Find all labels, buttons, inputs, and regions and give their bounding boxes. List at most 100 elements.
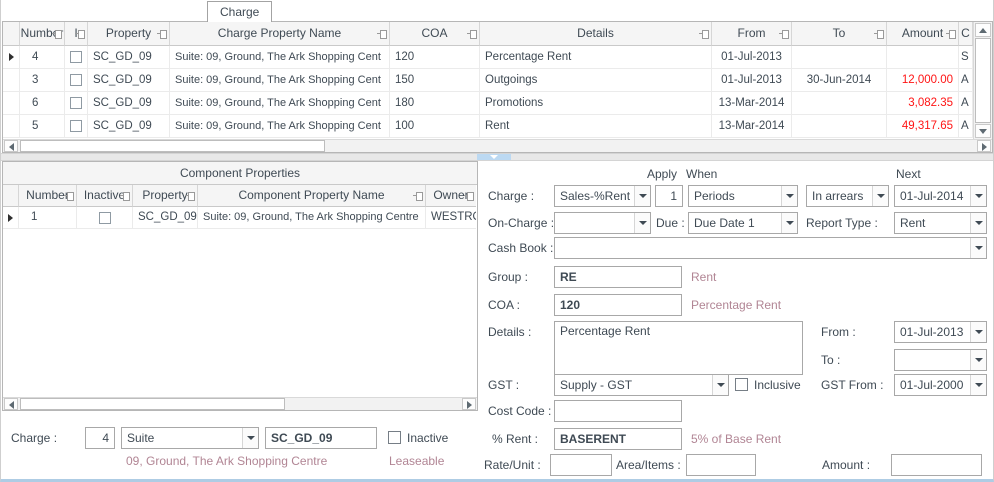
inactive-checkbox[interactable] xyxy=(70,51,82,63)
scroll-down-button[interactable] xyxy=(975,124,991,138)
chevron-down-icon[interactable] xyxy=(970,186,986,206)
chevron-down-icon[interactable] xyxy=(634,186,650,206)
col-header-details[interactable]: Details xyxy=(480,22,712,46)
col-header-inactive[interactable]: Inactive xyxy=(77,185,133,207)
tab-charge[interactable]: Charge xyxy=(207,1,273,22)
inactive-checkbox[interactable] xyxy=(70,74,82,86)
col-header-from[interactable]: From xyxy=(712,22,792,46)
inactive-checkbox[interactable] xyxy=(70,120,82,132)
chevron-down-icon[interactable] xyxy=(872,186,888,206)
charge-type-value: Sales-%Rent xyxy=(560,189,631,203)
arrow-right-icon xyxy=(466,401,472,409)
component-horizontal-scrollbar[interactable] xyxy=(3,397,477,410)
component-row[interactable]: 1 SC_GD_09 Suite: 09, Ground, The Ark Sh… xyxy=(3,207,477,229)
chevron-down-icon[interactable] xyxy=(781,186,797,206)
charges-vertical-scrollbar[interactable] xyxy=(973,22,992,139)
charge-row[interactable]: 5 SC_GD_09 Suite: 09, Ground, The Ark Sh… xyxy=(3,115,992,138)
scroll-left-button[interactable] xyxy=(4,398,18,410)
rate-unit-field[interactable] xyxy=(550,454,612,476)
charge-row[interactable]: 6 SC_GD_09 Suite: 09, Ground, The Ark Sh… xyxy=(3,92,992,115)
scroll-up-button[interactable] xyxy=(975,23,991,37)
to-date-picker[interactable] xyxy=(894,349,987,371)
chevron-down-icon[interactable] xyxy=(634,213,650,233)
vertical-scroll-thumb[interactable] xyxy=(975,38,991,123)
footer-property-code-field[interactable]: SC_GD_09 xyxy=(265,427,377,449)
col-header-property[interactable]: Property xyxy=(133,185,198,207)
col-header-coa[interactable]: COA xyxy=(390,22,480,46)
cost-code-field[interactable] xyxy=(554,400,682,422)
cashbook-dropdown[interactable] xyxy=(554,237,987,259)
tab-charge-label: Charge xyxy=(220,5,260,19)
col-header-amount[interactable]: Amount xyxy=(887,22,959,46)
details-label: Details : xyxy=(488,325,532,339)
cell-coa: 120 xyxy=(390,46,480,69)
cell-number: 1 xyxy=(19,207,77,229)
footer-type-dropdown[interactable]: Suite xyxy=(121,427,259,449)
apply-field[interactable]: 1 xyxy=(655,185,683,207)
group-field[interactable]: RE xyxy=(554,266,682,288)
col-header-extra-label: C xyxy=(961,26,970,40)
horizontal-scroll-thumb[interactable] xyxy=(20,398,285,410)
report-type-dropdown[interactable]: Rent xyxy=(894,212,987,234)
oncharge-dropdown[interactable] xyxy=(554,212,651,234)
col-header-component-property-name[interactable]: Component Property Name xyxy=(198,185,426,207)
col-header-number[interactable]: Number xyxy=(19,185,77,207)
col-header-number[interactable]: Number xyxy=(20,22,65,46)
pct-rent-field[interactable]: BASERENT xyxy=(554,428,682,450)
amount-field[interactable] xyxy=(891,454,982,476)
charge-type-dropdown[interactable]: Sales-%Rent xyxy=(554,185,651,207)
col-header-to[interactable]: To xyxy=(792,22,887,46)
area-items-field[interactable] xyxy=(686,454,756,476)
row-indicator-header xyxy=(3,22,20,46)
charge-row[interactable]: 4 SC_GD_09 Suite: 09, Ground, The Ark Sh… xyxy=(3,46,992,69)
chevron-down-icon[interactable] xyxy=(712,375,728,395)
chevron-down-icon[interactable] xyxy=(970,238,986,258)
gst-dropdown[interactable]: Supply - GST xyxy=(554,374,729,396)
charge-label: Charge : xyxy=(488,189,535,203)
next-date-value: 01-Jul-2014 xyxy=(900,189,964,203)
arrow-up-icon xyxy=(979,28,987,33)
coa-field[interactable]: 120 xyxy=(554,294,682,316)
cell-number: 3 xyxy=(20,69,65,92)
arrears-dropdown[interactable]: In arrears xyxy=(806,185,889,207)
col-header-inactive[interactable]: I xyxy=(65,22,88,46)
gst-from-date-picker[interactable]: 01-Jul-2000 xyxy=(894,374,987,396)
due-dropdown[interactable]: Due Date 1 xyxy=(688,212,798,234)
footer-charge-number-field[interactable]: 4 xyxy=(85,427,115,449)
charge-row[interactable]: 3 SC_GD_09 Suite: 09, Ground, The Ark Sh… xyxy=(3,69,992,92)
when-dropdown[interactable]: Periods xyxy=(688,185,798,207)
col-header-from-label: From xyxy=(737,26,766,40)
row-indicator-cell xyxy=(3,69,20,92)
chevron-down-icon[interactable] xyxy=(242,428,258,448)
horizontal-splitter[interactable] xyxy=(1,153,993,161)
pin-icon xyxy=(464,192,474,201)
scroll-right-button[interactable] xyxy=(462,398,476,410)
details-textarea[interactable]: Percentage Rent xyxy=(554,321,803,375)
cell-from: 01-Jul-2013 xyxy=(712,69,792,92)
chevron-down-icon[interactable] xyxy=(970,213,986,233)
col-header-charge-property-name[interactable]: Charge Property Name xyxy=(170,22,390,46)
chevron-down-icon[interactable] xyxy=(970,322,986,342)
cell-from: 13-Mar-2014 xyxy=(712,92,792,115)
scroll-right-button[interactable] xyxy=(977,140,991,152)
splitter-grip[interactable] xyxy=(477,154,511,160)
footer-inactive-checkbox[interactable] xyxy=(388,431,401,444)
horizontal-scroll-thumb[interactable] xyxy=(20,140,325,152)
chevron-down-icon[interactable] xyxy=(781,213,797,233)
inactive-checkbox[interactable] xyxy=(70,97,82,109)
cell-extra: S xyxy=(959,46,973,69)
chevron-down-icon[interactable] xyxy=(970,350,986,370)
col-header-property[interactable]: Property xyxy=(88,22,170,46)
charges-grid: Number I Property Charge Property Name C… xyxy=(2,21,993,153)
col-header-owner[interactable]: Owner xyxy=(426,185,476,207)
scroll-left-button[interactable] xyxy=(4,140,18,152)
col-header-extra[interactable]: C xyxy=(959,22,973,46)
charges-horizontal-scrollbar[interactable] xyxy=(3,139,992,152)
footer-type-value: Suite xyxy=(127,431,155,445)
inclusive-checkbox[interactable] xyxy=(735,378,748,391)
oncharge-label: On-Charge : xyxy=(488,216,555,230)
inactive-checkbox[interactable] xyxy=(98,211,111,224)
from-date-picker[interactable]: 01-Jul-2013 xyxy=(894,321,987,343)
chevron-down-icon[interactable] xyxy=(970,375,986,395)
next-date-picker[interactable]: 01-Jul-2014 xyxy=(894,185,987,207)
